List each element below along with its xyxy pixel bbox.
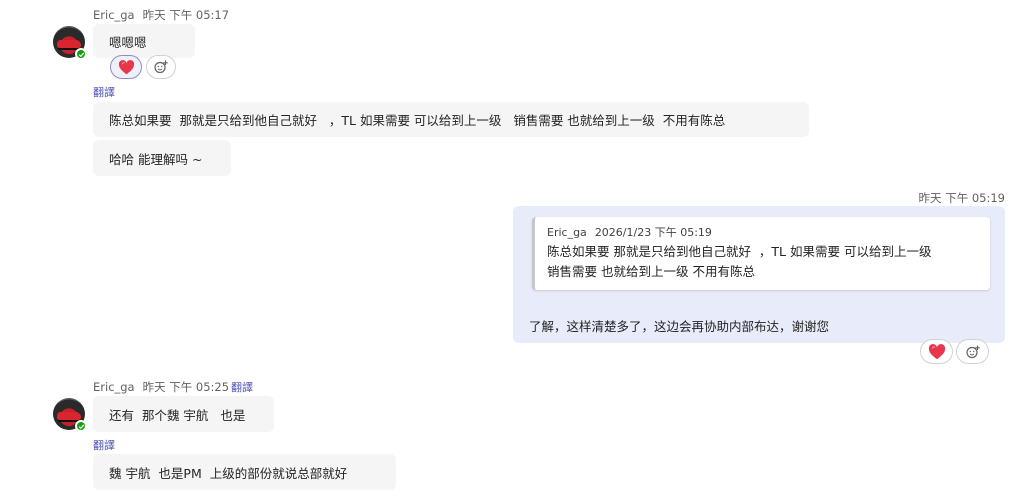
quoted-meta: Eric_ga 2026/1/23 下午 05:19: [547, 224, 978, 240]
message-time: 昨天 下午 05:19: [918, 191, 1005, 205]
quoted-sender: Eric_ga: [547, 226, 587, 239]
translate-link[interactable]: 翻譯: [231, 379, 253, 395]
presence-available-icon: [75, 48, 87, 60]
sender-avatar[interactable]: [53, 26, 87, 60]
message-text: 了解，这样清楚多了，这边会再协助内部布达，谢谢您: [529, 319, 830, 334]
heart-reaction-button[interactable]: [110, 55, 142, 79]
presence-available-icon: [75, 420, 87, 432]
quoted-message[interactable]: Eric_ga 2026/1/23 下午 05:19 陈总如果要 那就是只给到他自…: [532, 217, 990, 290]
avatar-car-image: [57, 40, 81, 48]
message-bubble[interactable]: 魏 宇航 也是PM 上级的部份就说总部就好: [93, 454, 396, 490]
message-bubble[interactable]: 嗯嗯嗯: [93, 24, 195, 58]
quoted-time: 2026/1/23 下午 05:19: [594, 226, 712, 239]
message-text: 陈总如果要 那就是只给到他自己就好 ，TL 如果需要 可以给到上一级 销售需要 …: [109, 113, 726, 128]
message-text: 魏 宇航 也是PM 上级的部份就说总部就好: [109, 465, 348, 481]
heart-icon: [928, 343, 945, 359]
message-meta: Eric_ga 昨天 下午 05:25: [93, 379, 229, 395]
avatar-car-image: [57, 412, 81, 420]
message-time: 昨天 下午 05:25: [142, 380, 230, 394]
message-time: 昨天 下午 05:17: [142, 8, 230, 22]
message-meta: Eric_ga 昨天 下午 05:17: [93, 7, 229, 23]
sender-name: Eric_ga: [93, 8, 135, 22]
quoted-text-line: 销售需要 也就给到上一级 不用有陈总: [547, 264, 755, 279]
message-bubble[interactable]: 还有 那个魏 宇航 也是: [93, 396, 274, 432]
add-reaction-icon: [154, 60, 168, 74]
my-message-bubble[interactable]: Eric_ga 2026/1/23 下午 05:19 陈总如果要 那就是只给到他自…: [513, 206, 1005, 343]
message-text: 哈哈 能理解吗 ~: [109, 151, 203, 167]
add-reaction-button[interactable]: [956, 339, 989, 364]
heart-reaction-button[interactable]: [920, 339, 953, 364]
sender-avatar[interactable]: [53, 398, 87, 432]
message-text: 嗯嗯嗯: [109, 34, 147, 50]
message-bubble[interactable]: 哈哈 能理解吗 ~: [93, 140, 231, 176]
message-bubble[interactable]: 陈总如果要 那就是只给到他自己就好 ，TL 如果需要 可以给到上一级 销售需要 …: [93, 102, 809, 137]
sender-name: Eric_ga: [93, 380, 135, 394]
heart-icon: [118, 59, 134, 74]
add-reaction-button[interactable]: [146, 55, 176, 79]
quoted-text-line: 陈总如果要 那就是只给到他自己就好 ，TL 如果需要 可以给到上一级: [547, 244, 932, 259]
add-reaction-icon: [965, 345, 980, 358]
translate-link[interactable]: 翻譯: [93, 437, 115, 453]
message-text: 还有 那个魏 宇航 也是: [109, 407, 246, 423]
translate-link[interactable]: 翻譯: [93, 84, 115, 100]
